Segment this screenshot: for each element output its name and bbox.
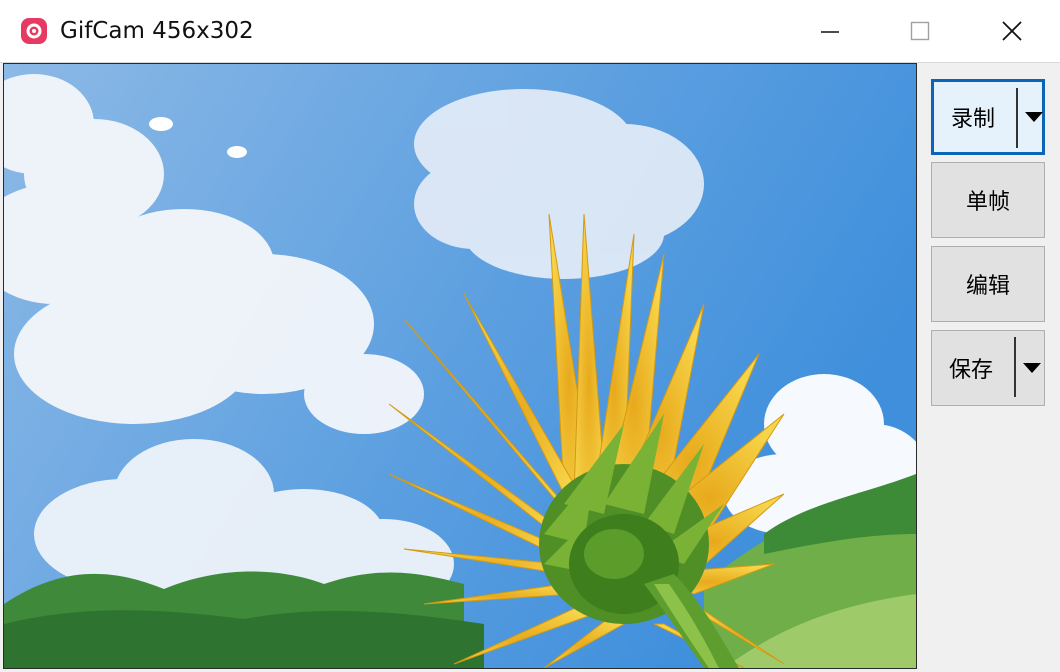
save-label: 保存 <box>948 358 993 383</box>
split-divider <box>1014 337 1016 397</box>
single-frame-label: 单帧 <box>965 190 1010 215</box>
gifcam-window: GifCam 456x302 录制 单帧 编辑 保存 <box>0 0 1060 672</box>
record-dropdown-button[interactable] <box>1022 82 1046 152</box>
maximize-button[interactable] <box>890 0 950 62</box>
save-button[interactable]: 保存 <box>931 330 1045 406</box>
camera-icon[interactable] <box>20 17 48 45</box>
triangle-down-icon <box>1025 112 1043 122</box>
minimize-icon <box>821 31 839 33</box>
window-title: GifCam 456x302 <box>60 18 254 44</box>
close-icon <box>1002 21 1022 41</box>
edit-button[interactable]: 编辑 <box>931 246 1045 322</box>
single-frame-button[interactable]: 单帧 <box>931 162 1045 238</box>
maximize-icon <box>910 21 930 41</box>
triangle-down-icon <box>1023 363 1041 373</box>
tool-panel: 录制 单帧 编辑 保存 <box>918 63 1060 672</box>
save-dropdown-button[interactable] <box>1020 331 1044 405</box>
title-bar[interactable]: GifCam 456x302 <box>0 0 1060 63</box>
record-button[interactable]: 录制 <box>931 79 1045 155</box>
capture-frame[interactable] <box>3 63 917 669</box>
edit-label: 编辑 <box>965 274 1010 299</box>
close-button[interactable] <box>982 0 1042 62</box>
capture-preview-image <box>4 64 916 668</box>
minimize-button[interactable] <box>800 0 860 62</box>
split-divider <box>1016 88 1018 148</box>
record-label: 录制 <box>950 107 995 132</box>
